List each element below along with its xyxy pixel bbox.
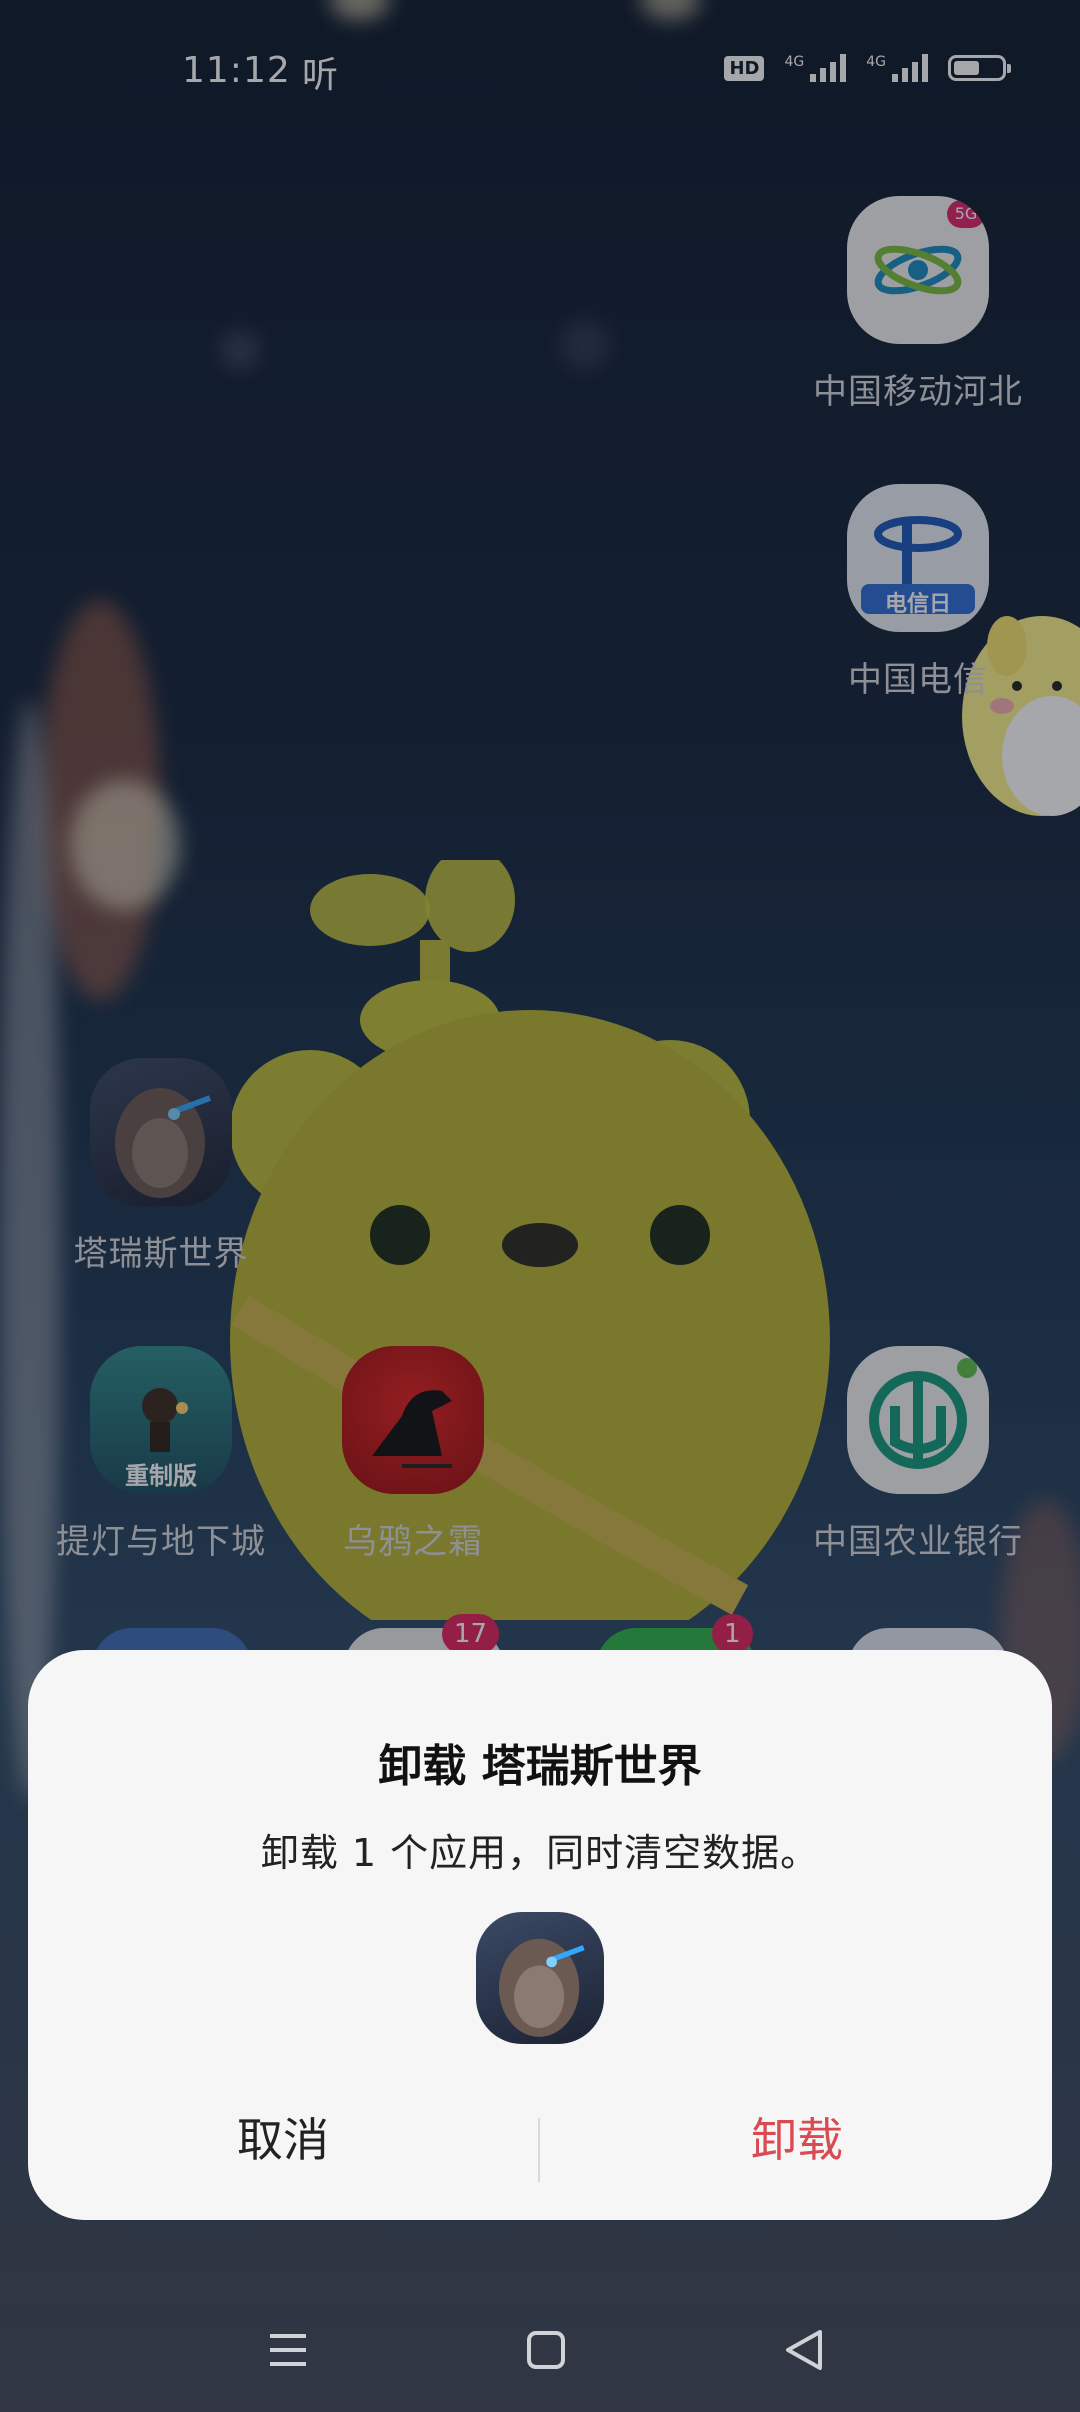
dialog-message: 卸载 1 个应用，同时清空数据。 [260,1831,820,1875]
cancel-button[interactable]: 取消 [28,2090,538,2190]
button-divider [538,2118,540,2182]
navigation-bar [0,2270,1080,2412]
dialog-title: 卸载 塔瑞斯世界 [378,1741,702,1792]
tarisland-icon [476,1912,604,2044]
uninstall-dialog: 卸载 塔瑞斯世界 卸载 1 个应用，同时清空数据。 取消 卸载 [28,1650,1052,2220]
home-icon[interactable] [506,2310,586,2390]
back-icon[interactable] [764,2310,844,2390]
uninstall-confirm-button[interactable]: 卸载 [542,2090,1052,2190]
menu-icon[interactable] [248,2310,328,2390]
